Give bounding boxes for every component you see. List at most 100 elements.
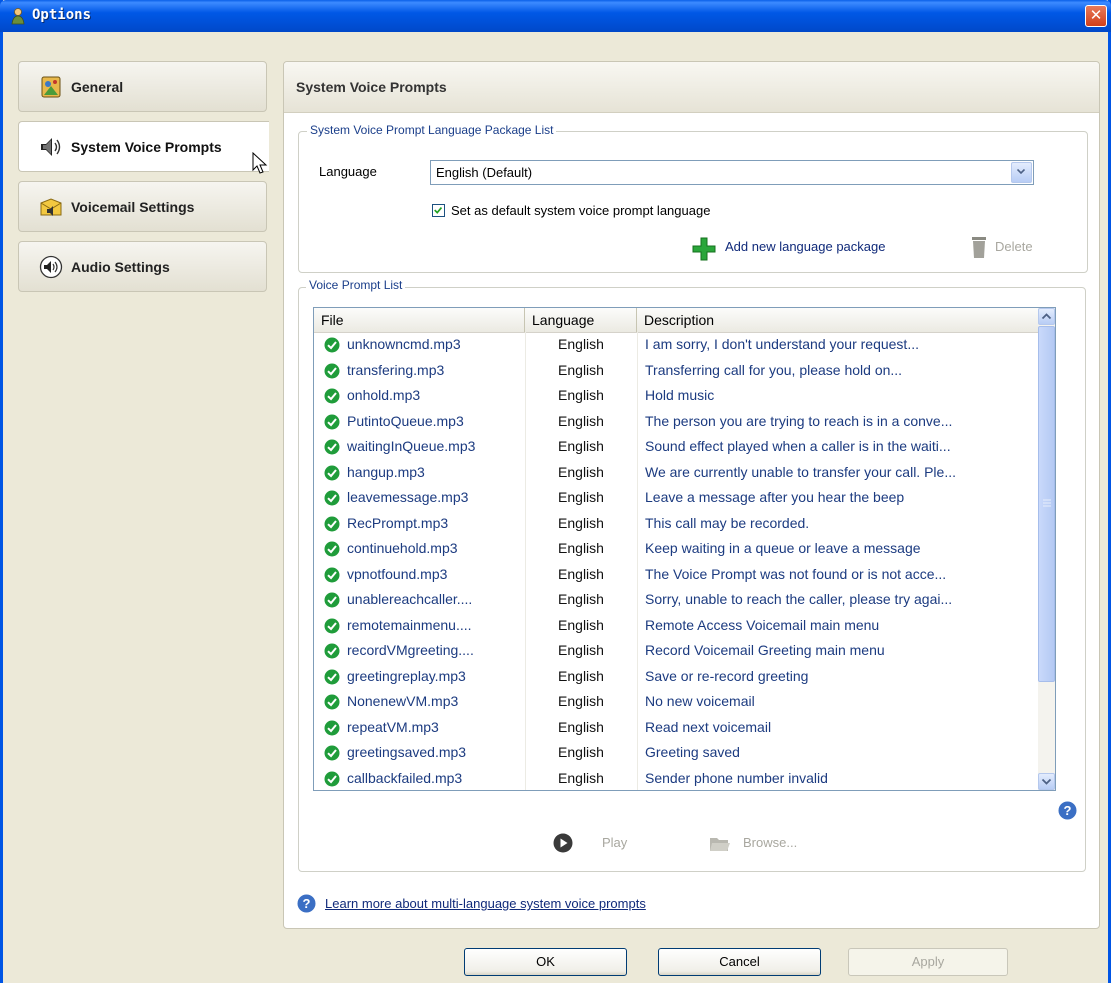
dropdown-button[interactable] bbox=[1011, 162, 1032, 183]
scroll-down-button[interactable] bbox=[1038, 773, 1055, 790]
cell-file: unablereachcaller.... bbox=[347, 591, 473, 607]
status-ok-icon bbox=[324, 567, 340, 582]
cell-file: unknowncmd.mp3 bbox=[347, 336, 461, 352]
cell-file: transfering.mp3 bbox=[347, 361, 445, 378]
table-row[interactable]: callbackfailed.mp3 English Sender phone nu… bbox=[314, 766, 1039, 791]
cell-description: The person you are trying to reach is in… bbox=[645, 412, 953, 429]
cell-description: Read next voicemail bbox=[645, 718, 772, 735]
cell-file: NonenewVM.mp3 bbox=[347, 693, 459, 709]
delete-button[interactable]: Delete bbox=[995, 239, 1033, 254]
status-ok-icon bbox=[324, 439, 340, 455]
add-language-package-link[interactable]: Add new language package bbox=[725, 239, 885, 254]
general-icon bbox=[41, 76, 61, 98]
voice-prompt-table[interactable]: File Language Description unknowncmd.mp3… bbox=[313, 307, 1056, 791]
cell-file: remotemainmenu.... bbox=[347, 616, 472, 633]
chevron-down-icon bbox=[1017, 169, 1025, 174]
cell-description: Leave a message after you hear the beep bbox=[645, 489, 905, 505]
cell-description: We are currently unable to transfer your… bbox=[645, 463, 956, 480]
sidebar-item-label: Voicemail Settings bbox=[71, 199, 195, 215]
table-row[interactable]: unknowncmd.mp3 English I am sorry, I don't… bbox=[314, 332, 1039, 358]
scroll-up-button[interactable] bbox=[1038, 308, 1055, 325]
scroll-thumb[interactable] bbox=[1038, 326, 1055, 682]
cell-description: Greeting saved bbox=[645, 744, 740, 760]
language-package-group: System Voice Prompt Language Package Lis… bbox=[298, 123, 1088, 273]
cell-language: English bbox=[558, 540, 604, 556]
language-select[interactable]: English (Default) bbox=[430, 160, 1034, 185]
column-header-description[interactable]: Description bbox=[637, 308, 1030, 332]
cell-description: Sorry, unable to reach the caller, pleas… bbox=[645, 591, 953, 607]
table-row[interactable]: NonenewVM.mp3 English No new voicemail bbox=[314, 689, 1039, 715]
cell-description: Transferring call for you, please hold o… bbox=[645, 361, 903, 378]
table-row[interactable]: recordVMgreeting.... English Record Voicem… bbox=[314, 638, 1039, 664]
cell-language: English bbox=[558, 744, 604, 760]
table-row[interactable]: vpnotfound.mp3 English The Voice Prompt wa… bbox=[314, 562, 1039, 588]
chevron-up-icon bbox=[1041, 313, 1052, 320]
browse-button[interactable]: Browse... bbox=[743, 835, 797, 850]
status-ok-icon bbox=[324, 643, 340, 659]
table-row[interactable]: hangup.mp3 English We are currently unable… bbox=[314, 460, 1039, 486]
cell-file: leavemessage.mp3 bbox=[347, 489, 469, 505]
status-ok-icon bbox=[324, 618, 340, 633]
cell-language: English bbox=[558, 642, 604, 658]
sidebar-item-general[interactable]: General bbox=[18, 61, 267, 112]
table-row[interactable]: greetingreplay.mp3 English Save or re-reco… bbox=[314, 664, 1039, 690]
sidebar-item-audio-settings[interactable]: Audio Settings bbox=[18, 241, 267, 292]
svg-text:?: ? bbox=[303, 896, 311, 911]
cell-language: English bbox=[558, 489, 604, 505]
table-row[interactable]: repeatVM.mp3 English Read next voicemail bbox=[314, 715, 1039, 741]
close-icon: ✕ bbox=[1089, 6, 1103, 24]
status-ok-icon bbox=[324, 745, 340, 761]
cell-language: English bbox=[558, 667, 604, 684]
table-row[interactable]: continuehold.mp3 English Keep waiting in a… bbox=[314, 536, 1039, 562]
status-ok-icon bbox=[324, 337, 340, 353]
play-icon bbox=[553, 833, 573, 853]
default-language-checkbox[interactable] bbox=[432, 204, 445, 217]
language-select-value: English (Default) bbox=[436, 165, 533, 180]
cell-file: PutintoQueue.mp3 bbox=[347, 412, 464, 429]
svg-text:?: ? bbox=[1064, 803, 1072, 818]
cell-description: Sender phone number invalid bbox=[645, 769, 828, 786]
mouse-cursor-icon bbox=[252, 152, 268, 174]
title-bar[interactable]: Options ✕ bbox=[0, 0, 1111, 32]
cell-description: The Voice Prompt was not found or is not… bbox=[645, 565, 947, 582]
column-header-language[interactable]: Language bbox=[525, 308, 637, 332]
help-icon[interactable]: ? bbox=[1058, 801, 1077, 820]
status-ok-icon bbox=[324, 388, 340, 404]
table-row[interactable]: greetingsaved.mp3 English Greeting saved bbox=[314, 740, 1039, 766]
close-button[interactable]: ✕ bbox=[1085, 5, 1107, 27]
status-ok-icon bbox=[324, 694, 340, 710]
window-title: Options bbox=[32, 7, 92, 23]
sidebar-item-system-voice-prompts[interactable]: System Voice Prompts bbox=[18, 121, 269, 174]
ok-button[interactable]: OK bbox=[464, 948, 627, 976]
cell-language: English bbox=[558, 565, 604, 582]
cell-description: Keep waiting in a queue or leave a messa… bbox=[645, 540, 921, 556]
cell-language: English bbox=[558, 387, 604, 403]
table-row[interactable]: onhold.mp3 English Hold music bbox=[314, 383, 1039, 409]
column-header-file[interactable]: File bbox=[314, 308, 525, 332]
play-button[interactable]: Play bbox=[602, 835, 627, 850]
status-ok-icon bbox=[324, 541, 340, 557]
table-row[interactable]: unablereachcaller.... English Sorry, unabl… bbox=[314, 587, 1039, 613]
learn-more-link[interactable]: Learn more about multi-language system v… bbox=[325, 896, 646, 911]
sidebar-item-label: Audio Settings bbox=[71, 259, 170, 275]
sidebar-item-voicemail-settings[interactable]: Voicemail Settings bbox=[18, 181, 267, 232]
table-row[interactable]: waitingInQueue.mp3 English Sound effect pl… bbox=[314, 434, 1039, 460]
vertical-scrollbar[interactable] bbox=[1038, 308, 1055, 790]
cell-file: RecPrompt.mp3 bbox=[347, 514, 449, 531]
cancel-button[interactable]: Cancel bbox=[658, 948, 821, 976]
table-row[interactable]: transfering.mp3 English Transferring call … bbox=[314, 358, 1039, 384]
apply-button[interactable]: Apply bbox=[848, 948, 1008, 976]
table-row[interactable]: PutintoQueue.mp3 English The person you ar… bbox=[314, 409, 1039, 435]
audio-icon bbox=[39, 255, 63, 279]
cell-file: hangup.mp3 bbox=[347, 463, 425, 480]
cell-language: English bbox=[558, 361, 604, 378]
table-row[interactable]: remotemainmenu.... English Remote Access V… bbox=[314, 613, 1039, 639]
cell-description: Record Voicemail Greeting main menu bbox=[645, 642, 885, 658]
table-row[interactable]: leavemessage.mp3 English Leave a message a… bbox=[314, 485, 1039, 511]
page-title: System Voice Prompts bbox=[296, 79, 447, 95]
table-row[interactable]: RecPrompt.mp3 English This call may be rec… bbox=[314, 511, 1039, 537]
cell-language: English bbox=[558, 438, 604, 454]
cell-file: waitingInQueue.mp3 bbox=[347, 438, 476, 454]
help-icon: ? bbox=[297, 894, 316, 913]
cell-language: English bbox=[558, 463, 604, 480]
